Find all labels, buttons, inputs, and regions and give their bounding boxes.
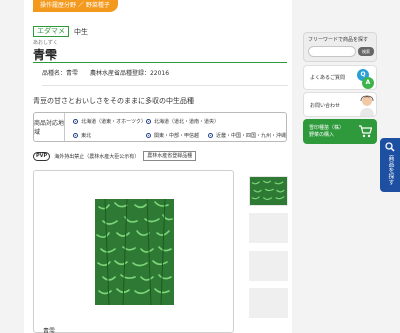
search-title: フリーワードで商品を探す xyxy=(308,37,369,43)
region-item: 北海道（道北・道南・道央） xyxy=(145,118,286,125)
thumbnail-image xyxy=(250,177,287,205)
thumbnail-1[interactable] xyxy=(249,176,288,206)
radio-dot-icon xyxy=(73,132,79,138)
title-underline xyxy=(33,62,287,63)
floating-search-label: 商品を探す xyxy=(387,155,394,185)
edamame-field-image[interactable] xyxy=(95,199,174,305)
region-table: 商品対応地域 北海道（道東・オホーツク） 北海道（道北・道南・道央） 東北 関東… xyxy=(33,112,287,142)
radio-dot-icon xyxy=(145,118,151,124)
radio-dot-icon xyxy=(145,132,151,138)
pvp-badge: PVP xyxy=(33,151,51,161)
contact-label: お問い合わせ xyxy=(310,103,341,109)
pvp-row: PVP 海外持出禁止（農林水産大臣公示有） 農林水産省登録品種 xyxy=(33,151,197,161)
purchase-label: 野菜の購入 xyxy=(309,132,335,138)
radio-dot-icon xyxy=(73,118,79,124)
page: 操作履歴分野 ／ 野菜種子 エダマメ 中生 あおしずく 青雫 品種名：青雫 農林… xyxy=(0,0,400,333)
image-caption: 青雫 xyxy=(43,328,56,333)
region-item: 東北 xyxy=(73,132,146,139)
product-description: 青豆の甘さとおいしさをそのままに多収の中生品種 xyxy=(33,97,194,105)
product-name-ruby: あおしずく xyxy=(33,40,58,46)
page-title: 青雫 xyxy=(33,48,58,62)
registration-number: 農林水産省品種登録：22016 xyxy=(89,70,170,77)
product-tags: エダマメ 中生 xyxy=(33,26,88,37)
pvp-text: 海外持出禁止（農林水産大臣公示有） xyxy=(54,153,140,160)
thumbnail-4[interactable] xyxy=(249,288,288,318)
product-meta: 品種名：青雫 農林水産省品種登録：22016 xyxy=(42,68,288,86)
search-button[interactable]: 検索 xyxy=(358,47,374,56)
breadcrumb[interactable]: 操作履歴分野 ／ 野菜種子 xyxy=(33,0,118,12)
region-list: 北海道（道東・オホーツク） 北海道（道北・道南・道央） 東北 関東・中部・甲信越… xyxy=(65,113,286,141)
purchase-company: 雪印種苗（株） xyxy=(309,125,345,131)
category-tag[interactable]: エダマメ xyxy=(33,26,69,37)
search-input[interactable] xyxy=(308,46,356,57)
thumbnail-3[interactable] xyxy=(249,251,288,281)
freeword-search: フリーワードで商品を探す 検索 xyxy=(303,32,377,62)
cart-icon xyxy=(359,125,372,138)
variety-name: 品種名：青雫 xyxy=(42,70,79,77)
maturity-tag: 中生 xyxy=(74,27,88,36)
region-item-pair: 関東・中部・甲信越 近畿・中国・四国・九州・沖縄 xyxy=(145,132,286,139)
answer-icon: A xyxy=(362,77,374,89)
floating-search-button[interactable]: 商品を探す xyxy=(380,138,400,192)
thumbnail-2[interactable] xyxy=(249,213,288,243)
faq-label: よくあるご質問 xyxy=(310,75,346,81)
operator-icon xyxy=(360,95,374,116)
region-label: 商品対応地域 xyxy=(34,113,66,141)
search-icon xyxy=(385,142,395,152)
radio-dot-icon xyxy=(207,132,213,138)
contact-link[interactable]: お問い合わせ xyxy=(303,92,377,117)
faq-link[interactable]: よくあるご質問 Q A xyxy=(303,65,377,90)
product-image-viewer: 青雫 xyxy=(33,170,234,333)
purchase-link[interactable]: 雪印種苗（株） 野菜の購入 xyxy=(303,119,377,144)
registered-variety-button[interactable]: 農林水産省登録品種 xyxy=(143,151,197,161)
region-item: 北海道（道東・オホーツク） xyxy=(73,118,146,125)
